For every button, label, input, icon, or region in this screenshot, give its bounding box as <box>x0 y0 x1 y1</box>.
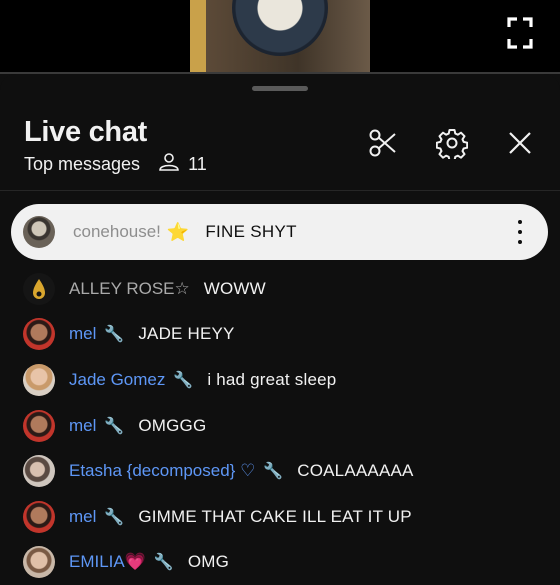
message-author[interactable]: EMILIA💗 <box>69 552 146 572</box>
scissors-icon[interactable] <box>366 126 400 160</box>
message-author[interactable]: Etasha {decomposed} ♡ <box>69 461 255 481</box>
avatar[interactable] <box>23 500 55 533</box>
viewer-icon <box>158 152 180 176</box>
filter-label: Top messages <box>24 153 141 174</box>
message-text: JADE HEYY <box>138 324 235 344</box>
gear-icon[interactable] <box>435 126 469 160</box>
avatar[interactable] <box>23 272 55 305</box>
pinned-author[interactable]: conehouse! <box>73 222 161 242</box>
pinned-message[interactable]: conehouse! ⭐ FINE SHYT <box>11 204 548 260</box>
message-author[interactable]: Jade Gomez <box>69 370 165 390</box>
chat-message-list: ALLEY ROSE☆ WOWW mel 🔧 JADE HEYY Jade Go… <box>0 266 560 585</box>
video-frame <box>190 0 370 72</box>
avatar[interactable] <box>23 318 55 351</box>
fullscreen-icon[interactable] <box>506 16 534 50</box>
message-author[interactable]: mel <box>69 507 96 527</box>
chat-message[interactable]: mel 🔧 JADE HEYY <box>0 312 560 358</box>
message-text: WOWW <box>203 278 266 298</box>
header-separator <box>0 190 560 191</box>
chat-filter-dropdown[interactable]: Top messages 11 <box>24 152 207 176</box>
message-author[interactable]: mel <box>69 416 96 436</box>
close-icon[interactable] <box>503 126 537 160</box>
message-text: COALAAAAAA <box>297 461 414 481</box>
wrench-badge-icon: 🔧 <box>173 371 194 389</box>
wrench-badge-icon: 🔧 <box>104 326 125 344</box>
star-badge-icon: ⭐ <box>166 221 190 242</box>
message-author[interactable]: mel <box>69 324 96 344</box>
message-text: OMGGG <box>138 415 207 435</box>
chat-message[interactable]: Jade Gomez 🔧 i had great sleep <box>0 357 560 403</box>
avatar[interactable] <box>23 409 55 442</box>
chat-message[interactable]: Etasha {decomposed} ♡ 🔧 COALAAAAAA <box>0 448 560 494</box>
pinned-message-text: FINE SHYT <box>205 222 297 241</box>
avatar[interactable] <box>23 363 55 396</box>
avatar[interactable] <box>23 546 55 579</box>
wrench-badge-icon: 🔧 <box>153 554 174 572</box>
avatar[interactable] <box>23 216 55 248</box>
live-chat-panel: Live chat Top messages 11 conehouse! ⭐ F… <box>0 74 560 579</box>
more-options-icon[interactable] <box>512 220 528 244</box>
video-player[interactable] <box>0 0 560 72</box>
message-author[interactable]: ALLEY ROSE☆ <box>69 279 190 299</box>
wrench-badge-icon: 🔧 <box>104 417 125 435</box>
message-text: GIMME THAT CAKE ILL EAT IT UP <box>138 506 412 526</box>
chat-message[interactable]: EMILIA💗 🔧 OMG <box>0 540 560 585</box>
chat-title: Live chat <box>24 116 148 148</box>
wrench-badge-icon: 🔧 <box>263 463 284 481</box>
message-text: i had great sleep <box>207 369 337 389</box>
avatar[interactable] <box>23 455 55 488</box>
video-content-wreath <box>232 0 328 56</box>
wrench-badge-icon: 🔧 <box>104 508 125 526</box>
viewer-count: 11 <box>188 153 207 174</box>
chat-message[interactable]: mel 🔧 GIMME THAT CAKE ILL EAT IT UP <box>0 494 560 540</box>
message-text: OMG <box>187 552 230 572</box>
drag-handle[interactable] <box>252 86 308 91</box>
chat-message[interactable]: ALLEY ROSE☆ WOWW <box>0 266 560 312</box>
chat-message[interactable]: mel 🔧 OMGGG <box>0 403 560 449</box>
